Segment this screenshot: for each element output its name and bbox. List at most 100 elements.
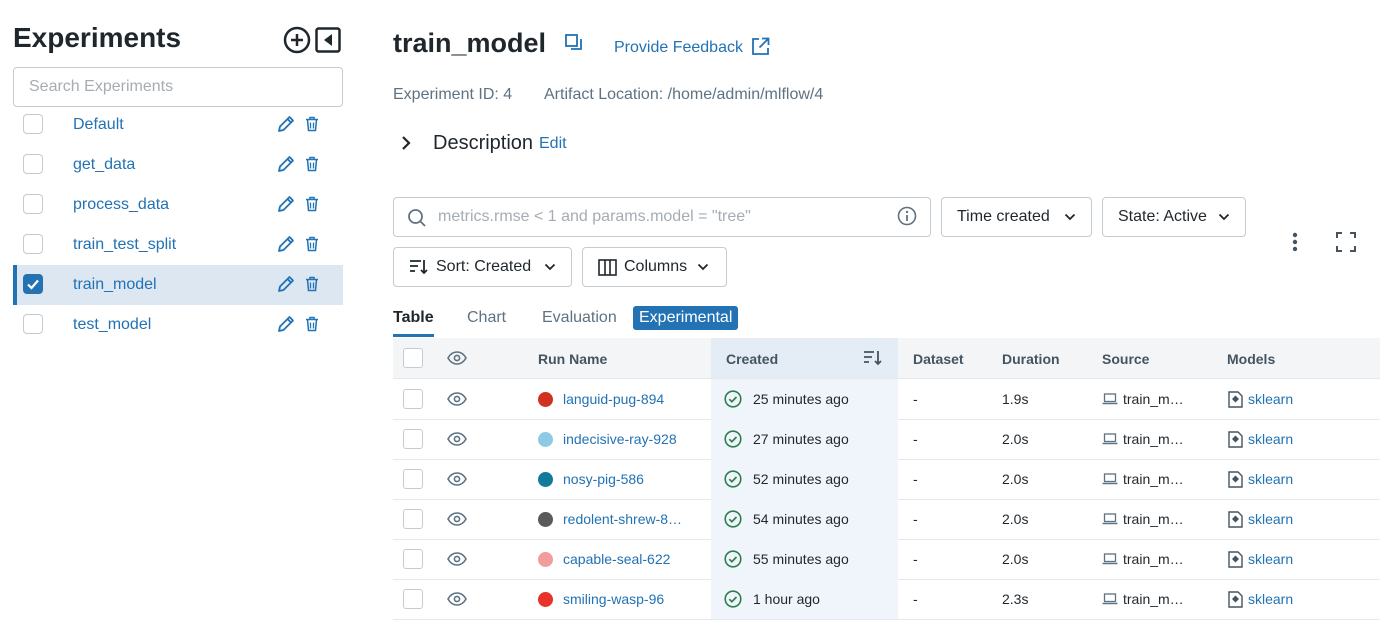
runs-search-input[interactable]: [438, 203, 878, 231]
header-models[interactable]: Models: [1227, 351, 1275, 367]
chevron-down-icon: [544, 263, 556, 271]
eye-icon[interactable]: [447, 592, 467, 606]
experiment-item[interactable]: get_data: [13, 145, 343, 185]
chevron-right-icon[interactable]: [398, 134, 414, 152]
experiment-name[interactable]: train_test_split: [73, 236, 176, 254]
header-created[interactable]: Created: [726, 351, 778, 367]
more-options-icon[interactable]: [1288, 230, 1302, 254]
run-name-link[interactable]: indecisive-ray-928: [563, 431, 677, 447]
external-link-icon[interactable]: [751, 37, 770, 56]
run-name-link[interactable]: languid-pug-894: [563, 391, 664, 407]
experiment-item[interactable]: test_model: [13, 305, 343, 345]
time-created-dropdown[interactable]: Time created: [941, 197, 1092, 237]
info-icon[interactable]: [897, 206, 917, 226]
model-link[interactable]: sklearn: [1248, 471, 1293, 487]
state-dropdown[interactable]: State: Active: [1102, 197, 1246, 237]
row-checkbox[interactable]: [403, 509, 423, 529]
source-cell[interactable]: train_m…: [1123, 431, 1184, 447]
experiment-name[interactable]: get_data: [73, 156, 135, 174]
duration-cell: 2.0s: [1002, 551, 1029, 567]
provide-feedback-link[interactable]: Provide Feedback: [614, 39, 743, 57]
experiment-search-input[interactable]: [13, 67, 343, 107]
run-name-link[interactable]: smiling-wasp-96: [563, 591, 664, 607]
row-checkbox[interactable]: [403, 549, 423, 569]
created-cell: 27 minutes ago: [753, 431, 849, 447]
add-experiment-icon[interactable]: [283, 26, 311, 54]
eye-icon[interactable]: [447, 392, 467, 406]
description-label[interactable]: Description: [433, 132, 533, 155]
experiment-item[interactable]: train_model: [13, 265, 343, 305]
tab-chart[interactable]: Chart: [467, 309, 506, 327]
header-duration[interactable]: Duration: [1002, 351, 1060, 367]
source-cell[interactable]: train_m…: [1123, 591, 1184, 607]
header-dataset[interactable]: Dataset: [913, 351, 964, 367]
model-link[interactable]: sklearn: [1248, 511, 1293, 527]
pencil-icon[interactable]: [276, 314, 296, 334]
experiment-checkbox[interactable]: [23, 154, 43, 174]
row-checkbox[interactable]: [403, 589, 423, 609]
trash-icon[interactable]: [305, 196, 319, 212]
experiment-checkbox[interactable]: [23, 194, 43, 214]
experiment-name[interactable]: process_data: [73, 196, 169, 214]
model-icon: [1228, 591, 1243, 608]
sort-dropdown[interactable]: Sort: Created: [393, 247, 572, 287]
description-edit-link[interactable]: Edit: [539, 135, 567, 153]
experimental-badge: Experimental: [633, 306, 739, 330]
runs-search-box[interactable]: [393, 197, 931, 237]
copy-icon[interactable]: [564, 33, 584, 53]
eye-icon[interactable]: [447, 432, 467, 446]
search-icon: [407, 208, 427, 228]
experiment-item[interactable]: Default: [13, 105, 343, 145]
experiment-name[interactable]: Default: [73, 116, 124, 134]
header-source[interactable]: Source: [1102, 351, 1149, 367]
experiment-name[interactable]: train_model: [73, 276, 157, 294]
check-circle-icon: [724, 510, 742, 528]
row-checkbox[interactable]: [403, 429, 423, 449]
trash-icon[interactable]: [305, 116, 319, 132]
run-name-link[interactable]: nosy-pig-586: [563, 471, 644, 487]
source-cell[interactable]: train_m…: [1123, 391, 1184, 407]
pencil-icon[interactable]: [276, 274, 296, 294]
eye-icon[interactable]: [447, 351, 467, 365]
experiment-checkbox[interactable]: [23, 274, 43, 294]
eye-icon[interactable]: [447, 472, 467, 486]
source-cell[interactable]: train_m…: [1123, 511, 1184, 527]
source-cell[interactable]: train_m…: [1123, 471, 1184, 487]
model-link[interactable]: sklearn: [1248, 391, 1293, 407]
fullscreen-icon[interactable]: [1336, 232, 1356, 252]
header-run-name[interactable]: Run Name: [538, 351, 607, 367]
run-name-link[interactable]: capable-seal-622: [563, 551, 670, 567]
active-tab-indicator: [393, 334, 434, 337]
eye-icon[interactable]: [447, 552, 467, 566]
chevron-down-icon: [1218, 213, 1230, 221]
pencil-icon[interactable]: [276, 234, 296, 254]
eye-icon[interactable]: [447, 512, 467, 526]
check-circle-icon: [724, 430, 742, 448]
select-all-checkbox[interactable]: [403, 348, 423, 368]
collapse-sidebar-icon[interactable]: [315, 27, 341, 53]
tab-table[interactable]: Table: [393, 309, 434, 327]
source-cell[interactable]: train_m…: [1123, 551, 1184, 567]
pencil-icon[interactable]: [276, 194, 296, 214]
row-checkbox[interactable]: [403, 389, 423, 409]
run-name-link[interactable]: redolent-shrew-8…: [563, 511, 682, 527]
experiment-item[interactable]: process_data: [13, 185, 343, 225]
experiment-item[interactable]: train_test_split: [13, 225, 343, 265]
model-link[interactable]: sklearn: [1248, 551, 1293, 567]
experiment-checkbox[interactable]: [23, 114, 43, 134]
model-link[interactable]: sklearn: [1248, 431, 1293, 447]
trash-icon[interactable]: [305, 156, 319, 172]
row-checkbox[interactable]: [403, 469, 423, 489]
experiment-name[interactable]: test_model: [73, 316, 151, 334]
experiment-checkbox[interactable]: [23, 234, 43, 254]
sort-descending-icon[interactable]: [863, 349, 883, 367]
pencil-icon[interactable]: [276, 154, 296, 174]
columns-dropdown[interactable]: Columns: [582, 247, 727, 287]
model-link[interactable]: sklearn: [1248, 591, 1293, 607]
tab-evaluation[interactable]: Evaluation: [542, 309, 617, 327]
trash-icon[interactable]: [305, 316, 319, 332]
pencil-icon[interactable]: [276, 114, 296, 134]
trash-icon[interactable]: [305, 276, 319, 292]
trash-icon[interactable]: [305, 236, 319, 252]
experiment-checkbox[interactable]: [23, 314, 43, 334]
